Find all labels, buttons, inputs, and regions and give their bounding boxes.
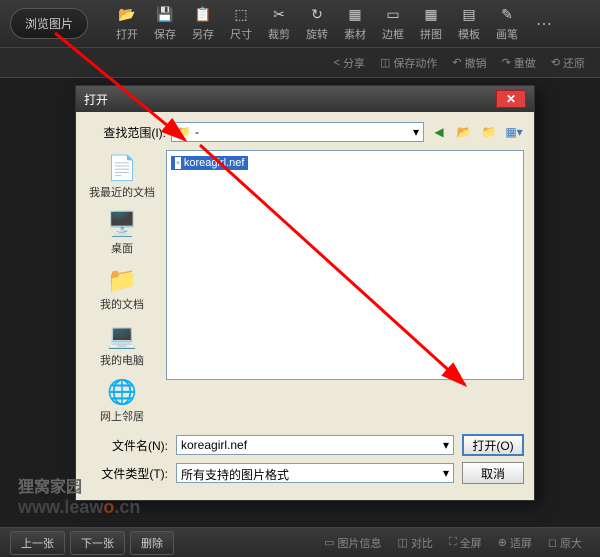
back-button[interactable]: ◀ (429, 122, 449, 142)
origsize-icon: ◻ (548, 536, 557, 549)
tool-rotate[interactable]: ↻旋转 (306, 6, 328, 42)
tool-open[interactable]: 📂打开 (116, 6, 138, 42)
network-icon: 🌐 (106, 376, 138, 408)
collage-icon: ▦ (422, 6, 440, 24)
fullscreen-icon: ⛶ (449, 536, 457, 549)
dialog-titlebar[interactable]: 打开 ✕ (76, 86, 534, 112)
view-mode-button[interactable]: ▦▾ (504, 122, 524, 142)
tool-material[interactable]: ▦素材 (344, 6, 366, 42)
folder-select[interactable]: 📁 - ▾ (171, 122, 424, 142)
filename-label: 文件名(N): (86, 437, 168, 454)
tool-crop[interactable]: ✂裁剪 (268, 6, 290, 42)
sidebar-network[interactable]: 🌐网上邻居 (98, 374, 146, 426)
filetype-label: 文件类型(T): (86, 465, 168, 482)
border-icon: ▭ (384, 6, 402, 24)
fit-icon: ⊕ (498, 536, 507, 549)
places-sidebar: 📄我最近的文档 🖥️桌面 📁我的文档 💻我的电脑 🌐网上邻居 (86, 150, 158, 426)
tool-size[interactable]: ⬚尺寸 (230, 6, 252, 42)
close-icon: ✕ (506, 92, 516, 106)
open-icon: 📂 (118, 6, 136, 24)
fit-screen-button[interactable]: ⊕适屏 (498, 535, 532, 551)
browse-images-button[interactable]: 浏览图片 (10, 8, 88, 39)
more-tools[interactable]: ⋯ (536, 14, 552, 34)
main-toolbar: 浏览图片 📂打开 💾保存 📋另存 ⬚尺寸 ✂裁剪 ↻旋转 ▦素材 ▭边框 ▦拼图… (0, 0, 600, 48)
redo-button[interactable]: ↷重做 (502, 55, 536, 71)
crop-icon: ✂ (270, 6, 288, 24)
filename-input[interactable]: koreagirl.nef▾ (176, 435, 454, 455)
fullscreen-button[interactable]: ⛶全屏 (449, 535, 482, 551)
restore-button[interactable]: ⟲还原 (551, 55, 585, 71)
open-file-dialog: 打开 ✕ 查找范围(I): 📁 - ▾ ◀ 📂 📁 ▦▾ 📄我最近的文档 🖥️桌… (75, 85, 535, 501)
tool-save[interactable]: 💾保存 (154, 6, 176, 42)
saveas-icon: 📋 (194, 6, 212, 24)
undo-icon: ↶ (452, 56, 461, 69)
info-icon: ▭ (324, 536, 334, 549)
tool-collage[interactable]: ▦拼图 (420, 6, 442, 42)
bottom-bar: 上一张 下一张 删除 ▭图片信息 ◫对比 ⛶全屏 ⊕适屏 ◻原大 (0, 527, 600, 557)
dialog-title-text: 打开 (84, 91, 108, 108)
tool-template[interactable]: ▤模板 (458, 6, 480, 42)
compare-button[interactable]: ◫对比 (398, 535, 433, 551)
file-item-selected[interactable]: ▪ koreagirl.nef (171, 156, 248, 170)
recent-icon: 📄 (106, 152, 138, 184)
compare-icon: ◫ (398, 536, 408, 549)
restore-icon: ⟲ (551, 56, 560, 69)
brush-icon: ✎ (498, 6, 516, 24)
file-list[interactable]: ▪ koreagirl.nef (166, 150, 524, 380)
sidebar-computer[interactable]: 💻我的电脑 (98, 318, 146, 370)
new-folder-button[interactable]: 📁 (479, 122, 499, 142)
redo-icon: ↷ (502, 56, 511, 69)
tool-brush[interactable]: ✎画笔 (496, 6, 518, 42)
sub-toolbar: <分享 ◫保存动作 ↶撤销 ↷重做 ⟲还原 (0, 48, 600, 78)
disk-icon: ◫ (380, 56, 390, 69)
sidebar-desktop[interactable]: 🖥️桌面 (104, 206, 140, 258)
chevron-down-icon: ▾ (443, 466, 449, 480)
lookup-label: 查找范围(I): (86, 124, 166, 141)
original-size-button[interactable]: ◻原大 (548, 535, 582, 551)
tool-saveas[interactable]: 📋另存 (192, 6, 214, 42)
save-action-button[interactable]: ◫保存动作 (380, 55, 437, 71)
image-info-button[interactable]: ▭图片信息 (324, 535, 381, 551)
share-icon: < (334, 57, 340, 69)
close-button[interactable]: ✕ (496, 90, 526, 108)
image-file-icon: ▪ (175, 157, 181, 169)
folder-icon: 📁 (176, 125, 191, 139)
sidebar-recent[interactable]: 📄我最近的文档 (87, 150, 157, 202)
next-image-button[interactable]: 下一张 (70, 531, 125, 555)
chevron-down-icon: ▾ (443, 438, 449, 452)
filetype-select[interactable]: 所有支持的图片格式▾ (176, 463, 454, 483)
rotate-icon: ↻ (308, 6, 326, 24)
size-icon: ⬚ (232, 6, 250, 24)
delete-button[interactable]: 删除 (130, 531, 174, 555)
chevron-down-icon: ▾ (413, 125, 419, 139)
tool-border[interactable]: ▭边框 (382, 6, 404, 42)
cancel-button[interactable]: 取消 (462, 462, 524, 484)
documents-icon: 📁 (106, 264, 138, 296)
save-icon: 💾 (156, 6, 174, 24)
template-icon: ▤ (460, 6, 478, 24)
material-icon: ▦ (346, 6, 364, 24)
prev-image-button[interactable]: 上一张 (10, 531, 65, 555)
undo-button[interactable]: ↶撤销 (452, 55, 486, 71)
open-button[interactable]: 打开(O) (462, 434, 524, 456)
up-button[interactable]: 📂 (454, 122, 474, 142)
share-button[interactable]: <分享 (334, 55, 365, 71)
desktop-icon: 🖥️ (106, 208, 138, 240)
computer-icon: 💻 (106, 320, 138, 352)
sidebar-documents[interactable]: 📁我的文档 (98, 262, 146, 314)
